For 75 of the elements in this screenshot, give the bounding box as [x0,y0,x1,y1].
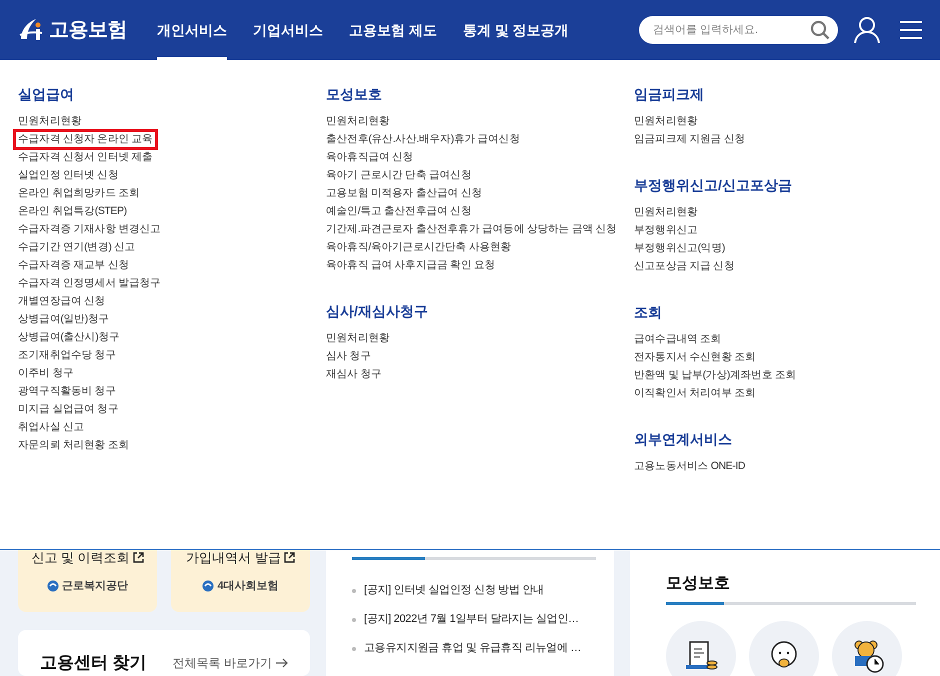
menu-link[interactable]: 민원처리현황 [634,205,698,220]
menu-link[interactable]: 조기재취업수당 청구 [18,348,116,363]
card-title: 고용센터 찾기 [40,652,147,674]
menu-icon[interactable] [900,21,922,39]
card-label: 신고 및 이력조회 [31,549,130,567]
menu-link[interactable]: 온라인 취업특강(STEP) [18,204,127,219]
arrow-right-icon [276,658,288,668]
org-name: 근로복지공단 [62,578,128,594]
menu-link[interactable]: 부정행위신고 [634,223,698,238]
menu-link[interactable]: 상병급여(일반)청구 [18,312,109,327]
section-title: 모성보호 [666,574,731,594]
menu-link[interactable]: 예술인/특고 출산전후급여 신청 [326,204,472,219]
menu-link[interactable]: 반환액 및 납부(가상)계좌번호 조회 [634,368,796,383]
menu-link[interactable]: 이주비 청구 [18,366,74,381]
menu-link[interactable]: 수급자격증 재교부 신청 [18,258,130,273]
logo-text[interactable]: 고용보험 [49,15,127,45]
notice-link[interactable]: [공지] 인터넷 실업인정 신청 방법 안내 [364,582,544,599]
menu-link[interactable]: 광역구직활동비 청구 [18,384,116,399]
menu-link[interactable]: 수급자격증 기재사항 변경신고 [18,222,161,237]
menu-link[interactable]: 부정행위신고(익명) [634,241,725,256]
notice-link[interactable]: 고용유지지원금 휴업 및 유급휴직 리뉴얼에 … [364,640,582,657]
menu-link[interactable]: 급여수급내역 조회 [634,332,722,347]
menu-link[interactable]: 미지급 실업급여 청구 [18,402,118,417]
org-logo-icon [202,580,214,592]
menu-link[interactable]: 재심사 청구 [326,367,382,382]
baby-face-icon[interactable] [749,621,819,676]
menu-link[interactable]: 심사 청구 [326,349,371,364]
menu-link[interactable]: 이직확인서 처리여부 조회 [634,386,756,401]
section-heading: 실업급여 [18,85,75,104]
section-heading: 외부연계서비스 [634,430,733,449]
menu-link[interactable]: 민원처리현황 [326,331,390,346]
document-coins-icon[interactable] [666,621,736,676]
menu-link[interactable]: 상병급여(출산시)청구 [18,330,120,345]
menu-link[interactable]: 출산전후(유산.사산.배우자)휴가 급여신청 [326,132,520,147]
menu-link[interactable]: 실업인정 인터넷 신청 [18,168,118,183]
section-heading: 임금피크제 [634,85,705,104]
menu-link[interactable]: 자문의뢰 처리현황 조회 [18,438,130,453]
view-all-link[interactable]: 전체목록 바로가기 [172,654,288,672]
menu-link[interactable]: 임금피크제 지원금 신청 [634,132,746,147]
menu-link[interactable]: 민원처리현황 [18,114,82,129]
card-label: 가입내역서 발급 [186,549,281,567]
menu-link[interactable]: 육아휴직 급여 사후지급금 확인 요청 [326,258,496,273]
nav-tab[interactable]: 기업서비스 [253,0,323,60]
menu-link[interactable]: 전자통지서 수신현황 조회 [634,350,756,365]
external-link-icon [132,552,144,564]
section-heading: 조회 [634,303,663,322]
menu-link[interactable]: 개별연장급여 신청 [18,294,106,309]
menu-link[interactable]: 신고포상금 지급 신청 [634,259,734,274]
menu-link[interactable]: 수급자격 신청자 온라인 교육 [16,132,155,147]
nav-tab[interactable]: 통계 및 정보공개 [462,0,569,60]
menu-link[interactable]: 기간제.파견근로자 출산전후휴가 급여등에 상당하는 금액 신청 [326,222,617,237]
user-icon[interactable] [854,16,880,44]
teddy-bear-clock-icon[interactable] [832,621,902,676]
section-heading: 모성보호 [326,85,383,104]
menu-link[interactable]: 육아휴직/육아기근로시간단축 사용현황 [326,240,512,255]
menu-link[interactable]: 고용노동서비스 ONE-ID [634,459,746,474]
menu-link[interactable]: 민원처리현황 [634,114,698,129]
external-link-icon [284,552,295,564]
menu-link[interactable]: 취업사실 신고 [18,420,84,435]
menu-link[interactable]: 수급자격 인정명세서 발급청구 [18,276,161,291]
section-heading: 심사/재심사청구 [326,302,429,321]
nav-tab[interactable]: 고용보험 제도 [349,0,437,60]
menu-link[interactable]: 수급자격 신청서 인터넷 제출 [18,150,153,165]
org-logo-icon [47,580,59,592]
menu-link[interactable]: 온라인 취업희망카드 조회 [18,186,140,201]
menu-link[interactable]: 수급기간 연기(변경) 신고 [18,240,136,255]
section-heading: 부정행위신고/신고포상금 [634,176,793,195]
menu-link[interactable]: 민원처리현황 [326,114,390,129]
menu-link[interactable]: 육아기 근로시간 단축 급여신청 [326,168,472,183]
search-field[interactable]: 검색어를 입력하세요. [639,16,838,44]
menu-link[interactable]: 고용보험 미적용자 출산급여 신청 [326,186,482,201]
org-name: 4대사회보험 [217,578,279,594]
notice-link[interactable]: [공지] 2022년 7월 1일부터 달라지는 실업인… [364,611,579,628]
menu-link[interactable]: 육아휴직급여 신청 [326,150,414,165]
search-icon[interactable] [810,20,830,40]
